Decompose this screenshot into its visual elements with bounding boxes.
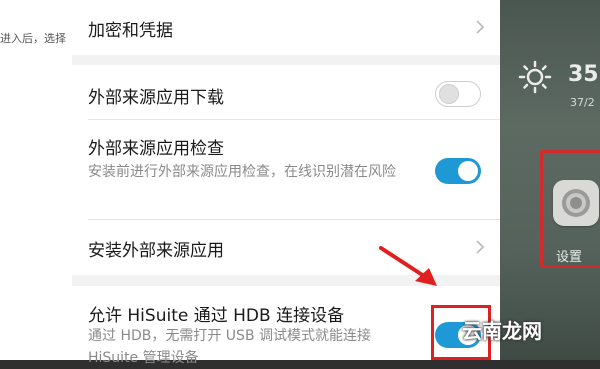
sun-icon xyxy=(518,60,552,94)
settings-item-external-download[interactable]: 外部来源应用下载 xyxy=(72,65,500,120)
item-description: 通过 HDB，无需打开 USB 调试模式就能连接 HiSuite 管理设备 xyxy=(88,328,372,366)
item-title: 安装外部来源应用 xyxy=(88,241,224,261)
item-description: 安装前进行外部来源应用检查，在线识别潜在风险 xyxy=(88,164,396,180)
article-snippet: 进入后，选择 xyxy=(0,32,66,45)
item-title: 允许 HiSuite 通过 HDB 连接设备 xyxy=(88,306,345,326)
watermark-logo: 云南龙网 xyxy=(462,319,542,343)
external-download-toggle[interactable] xyxy=(435,81,481,107)
weather-range: 37/2 xyxy=(570,96,595,109)
toggle-knob xyxy=(439,84,459,104)
settings-app-label: 设置 xyxy=(556,250,583,265)
weather-temperature: 35 xyxy=(568,62,599,87)
item-title: 外部来源应用检查 xyxy=(88,139,224,159)
settings-app-icon[interactable] xyxy=(553,180,599,226)
settings-item-encryption-credentials[interactable]: 加密和凭据 xyxy=(72,0,500,55)
gear-icon xyxy=(562,189,590,217)
annotation-arrow xyxy=(379,246,437,286)
item-title: 外部来源应用下载 xyxy=(88,88,224,108)
chevron-right-icon xyxy=(476,20,485,34)
chevron-right-icon xyxy=(476,240,485,254)
toggle-knob xyxy=(458,161,478,181)
item-title: 加密和凭据 xyxy=(88,21,173,41)
external-check-toggle[interactable] xyxy=(435,158,481,184)
settings-item-external-check[interactable]: 外部来源应用检查 安装前进行外部来源应用检查，在线识别潜在风险 xyxy=(72,120,500,220)
article-backdrop: 进入后，选择 xyxy=(0,0,72,360)
